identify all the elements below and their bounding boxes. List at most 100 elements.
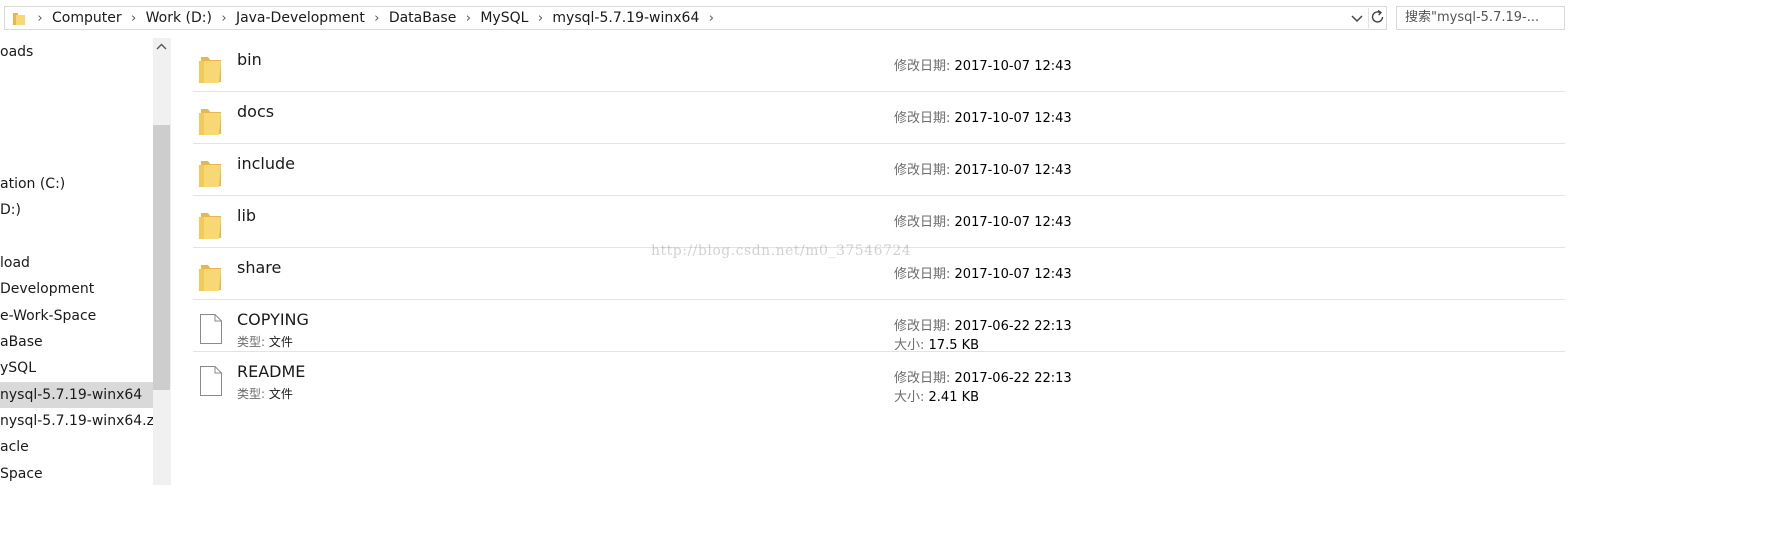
file-size: 大小: 17.5 KB (894, 334, 979, 353)
file-type: 类型: 文件 (237, 333, 293, 350)
breadcrumb-item[interactable]: Work (D:) (141, 10, 217, 26)
chevron-right-icon[interactable]: › (370, 11, 384, 26)
date-modified-value: 2017-06-22 22:13 (950, 319, 1072, 334)
date-modified-value: 2017-10-07 12:43 (950, 215, 1072, 230)
file-type-label: 类型: (237, 387, 266, 401)
date-modified-value: 2017-10-07 12:43 (950, 163, 1072, 178)
nav-item[interactable]: Space (0, 461, 153, 485)
file-type-value: 文件 (265, 387, 293, 401)
file-icon (199, 313, 223, 345)
file-name: README (237, 362, 306, 381)
file-name: bin (237, 50, 262, 69)
search-input[interactable]: 搜索"mysql-5.7.19-... (1396, 6, 1565, 30)
date-modified-value: 2017-10-07 12:43 (950, 59, 1072, 74)
date-modified-label: 修改日期: (894, 215, 951, 230)
date-modified-label: 修改日期: (894, 163, 951, 178)
pane-divider (170, 38, 171, 485)
date-modified: 修改日期: 2017-10-07 12:43 (894, 55, 1072, 74)
file-row[interactable]: docs 修改日期: 2017-10-07 12:43 (193, 92, 1565, 144)
file-row[interactable]: lib 修改日期: 2017-10-07 12:43 (193, 196, 1565, 248)
refresh-button[interactable] (1368, 8, 1386, 28)
date-modified: 修改日期: 2017-10-07 12:43 (894, 263, 1072, 282)
chevron-right-icon[interactable]: › (533, 11, 547, 26)
nav-item[interactable]: Development (0, 276, 153, 302)
folder-icon (199, 53, 223, 85)
address-row: › Computer › Work (D:) › Java-Development › Dat… (0, 0, 1565, 36)
nav-item[interactable]: e-Work-Space (0, 303, 153, 329)
date-modified-value: 2017-10-07 12:43 (950, 267, 1072, 282)
file-type-label: 类型: (237, 335, 266, 349)
file-name: include (237, 154, 295, 173)
folder-icon (13, 13, 25, 25)
chevron-right-icon[interactable]: › (461, 11, 475, 26)
file-row[interactable]: include 修改日期: 2017-10-07 12:43 (193, 144, 1565, 196)
breadcrumb-item[interactable]: Computer (47, 10, 127, 26)
file-row[interactable]: COPYING 修改日期: 2017-06-22 22:13 类型: 文件 大小: 1… (193, 300, 1565, 353)
nav-item-label: nysql-5.7.19-winx64 (0, 387, 143, 403)
date-modified: 修改日期: 2017-10-07 12:43 (894, 159, 1072, 178)
refresh-icon (1371, 9, 1384, 23)
file-row[interactable]: README 修改日期: 2017-06-22 22:13 类型: 文件 大小: 2.… (193, 352, 1565, 405)
nav-item[interactable]: ation (C:) (0, 171, 153, 197)
nav-item[interactable]: oads (0, 39, 153, 65)
file-name: share (237, 258, 282, 277)
file-name: lib (237, 206, 257, 225)
scroll-up-icon[interactable] (153, 38, 170, 55)
nav-item[interactable]: acle (0, 434, 153, 460)
nav-item[interactable]: ySQL (0, 355, 153, 381)
breadcrumb-item[interactable]: DataBase (384, 10, 462, 26)
nav-item-label: acle (0, 439, 29, 455)
file-name: docs (237, 102, 275, 121)
chevron-right-icon[interactable]: › (704, 11, 718, 26)
nav-scrollbar[interactable] (153, 38, 170, 485)
folder-icon (199, 157, 223, 189)
date-modified-label: 修改日期: (894, 111, 951, 126)
date-modified-value: 2017-10-07 12:43 (950, 111, 1072, 126)
folder-icon (199, 105, 223, 137)
navigation-pane: oads ation (C:) D:) load Development e-Work-S… (0, 38, 153, 485)
nav-item[interactable]: nysql-5.7.19-winx64.zip (0, 408, 153, 434)
file-name: COPYING (237, 310, 309, 329)
chevron-right-icon[interactable]: › (33, 11, 47, 26)
date-modified: 修改日期: 2017-10-07 12:43 (894, 211, 1072, 230)
nav-item[interactable]: aBase (0, 329, 153, 355)
folder-icon (199, 261, 223, 293)
nav-item-label: D:) (0, 202, 21, 218)
chevron-right-icon[interactable]: › (127, 11, 141, 26)
file-type-value: 文件 (265, 335, 293, 349)
date-modified-label: 修改日期: (894, 319, 951, 334)
nav-item[interactable]: nysql-5.7.19-winx64 (0, 382, 153, 408)
breadcrumb-item[interactable]: Java-Development (231, 10, 370, 26)
file-type: 类型: 文件 (237, 385, 293, 402)
file-icon (199, 365, 223, 397)
file-size-label: 大小: (894, 338, 925, 353)
nav-item[interactable]: D:) (0, 197, 153, 223)
chevron-down-icon[interactable] (1349, 10, 1365, 26)
file-row[interactable]: bin 修改日期: 2017-10-07 12:43 (193, 40, 1565, 92)
file-explorer-window: › Computer › Work (D:) › Java-Development › Dat… (0, 0, 1565, 485)
file-size-value: 17.5 KB (924, 338, 980, 353)
nav-item-label: nysql-5.7.19-winx64.zip (0, 413, 153, 429)
date-modified-value: 2017-06-22 22:13 (950, 371, 1072, 386)
breadcrumb-item[interactable]: MySQL (475, 10, 533, 26)
nav-item[interactable]: load (0, 250, 153, 276)
nav-item-label: ation (C:) (0, 176, 66, 192)
chevron-right-icon[interactable]: › (217, 11, 231, 26)
nav-item-label: Space (0, 466, 43, 482)
date-modified: 修改日期: 2017-06-22 22:13 (894, 367, 1072, 386)
breadcrumb: › Computer › Work (D:) › Java-Development › Dat… (33, 7, 718, 29)
scroll-thumb[interactable] (153, 125, 170, 390)
date-modified: 修改日期: 2017-10-07 12:43 (894, 107, 1072, 126)
date-modified: 修改日期: 2017-06-22 22:13 (894, 315, 1072, 334)
watermark-text: http://blog.csdn.net/m0_37546724 (651, 243, 912, 259)
breadcrumb-item[interactable]: mysql-5.7.19-winx64 (547, 10, 704, 26)
nav-item-label: aBase (0, 334, 43, 350)
nav-item-label: load (0, 255, 30, 271)
nav-item-label: ySQL (0, 360, 36, 376)
date-modified-label: 修改日期: (894, 59, 951, 74)
date-modified-label: 修改日期: (894, 267, 951, 282)
file-size: 大小: 2.41 KB (894, 386, 979, 405)
date-modified-label: 修改日期: (894, 371, 951, 386)
nav-item-label: e-Work-Space (0, 308, 97, 324)
address-bar[interactable]: › Computer › Work (D:) › Java-Development › Dat… (4, 6, 1387, 30)
